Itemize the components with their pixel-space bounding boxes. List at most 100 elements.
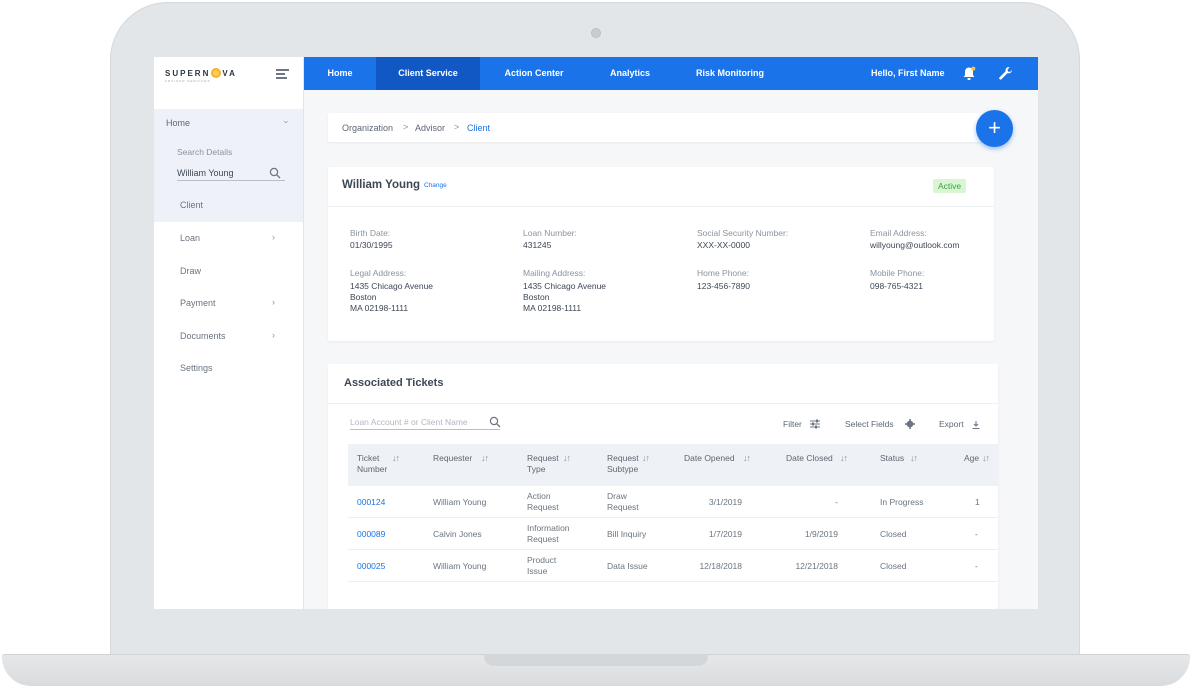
laptop-notch: [484, 654, 708, 666]
col-request-subtype[interactable]: Request Subtype: [607, 453, 639, 475]
col-requester[interactable]: Requester: [433, 453, 472, 464]
requester-cell: William Young: [433, 497, 487, 507]
col-status[interactable]: Status: [880, 453, 904, 464]
col-label: Request: [527, 453, 559, 463]
sort-icon[interactable]: ↓↑: [392, 453, 400, 463]
user-greeting[interactable]: Hello, First Name: [871, 57, 945, 90]
breadcrumb-separator: >: [454, 122, 460, 132]
sort-icon[interactable]: ↓↑: [563, 453, 571, 463]
col-date-opened[interactable]: Date Opened: [684, 453, 735, 464]
col-ticket-number[interactable]: Ticket Number: [357, 453, 387, 475]
birth-date-value: 01/30/1995: [350, 240, 393, 250]
search-icon[interactable]: [489, 416, 501, 428]
request-subtype-cell: Bill Inquiry: [607, 529, 647, 539]
cell-line: Action: [527, 491, 551, 501]
tab-analytics[interactable]: Analytics: [596, 57, 664, 90]
sliders-icon[interactable]: [810, 419, 820, 429]
birth-date-label: Birth Date:: [350, 228, 391, 238]
divider: [328, 206, 994, 207]
cell-line: Product: [527, 555, 557, 565]
table-row[interactable]: 000124 William Young Action Request Draw…: [348, 486, 998, 518]
table-row[interactable]: 000025 William Young Product Issue Data …: [348, 550, 998, 582]
sidebar: SUPERN VA ADVISOR SERVICES Home › Search …: [154, 57, 304, 609]
mobile-phone-value: 098-765-4321: [870, 281, 923, 291]
top-nav: Home Client Service Action Center Analyt…: [304, 57, 1038, 90]
chevron-right-icon[interactable]: ›: [272, 232, 275, 242]
request-type-cell: Action Request: [527, 491, 559, 513]
sidebar-item-draw[interactable]: Draw: [180, 266, 201, 276]
breadcrumb-organization[interactable]: Organization: [342, 123, 393, 133]
change-client-link[interactable]: Change: [424, 182, 447, 189]
ticket-number-link[interactable]: 000025: [357, 561, 385, 572]
camera-icon: [591, 28, 601, 38]
sort-icon[interactable]: ↓↑: [982, 453, 990, 463]
sort-icon[interactable]: ↓↑: [840, 453, 848, 463]
brand-name-right: VA: [222, 69, 237, 78]
home-phone-label: Home Phone:: [697, 268, 749, 278]
sidebar-item-home[interactable]: Home: [166, 118, 190, 128]
bell-icon[interactable]: [962, 66, 976, 81]
search-icon[interactable]: [269, 167, 281, 179]
brand-tagline: ADVISOR SERVICES: [165, 79, 211, 83]
tab-client-service[interactable]: Client Service: [376, 57, 480, 90]
col-age[interactable]: Age: [964, 453, 979, 464]
sidebar-item-documents[interactable]: Documents: [180, 331, 226, 341]
home-phone-value: 123-456-7890: [697, 281, 750, 291]
col-label: Ticket: [357, 453, 380, 463]
cell-line: Issue: [527, 566, 548, 576]
legal-address-label: Legal Address:: [350, 268, 407, 278]
col-label: Number: [357, 464, 388, 474]
chevron-right-icon[interactable]: ›: [272, 330, 275, 340]
search-details-label: Search Details: [177, 147, 233, 157]
ticket-number-link[interactable]: 000124: [357, 497, 385, 508]
sidebar-item-settings[interactable]: Settings: [180, 363, 213, 373]
download-icon[interactable]: [972, 421, 980, 429]
select-fields-button[interactable]: Select Fields: [845, 419, 894, 429]
logo-row: SUPERN VA ADVISOR SERVICES: [154, 57, 303, 92]
col-label: Request: [607, 453, 639, 463]
ticket-search-input[interactable]: Loan Account # or Client Name: [350, 417, 500, 430]
date-opened-cell: 12/18/2018: [699, 561, 742, 571]
sort-icon[interactable]: ↓↑: [743, 453, 751, 463]
add-button[interactable]: +: [976, 110, 1013, 147]
loan-number-value: 431245: [523, 240, 552, 250]
breadcrumb: Organization > Advisor > Client: [328, 113, 994, 142]
tab-risk-monitoring[interactable]: Risk Monitoring: [682, 57, 778, 90]
wrench-icon[interactable]: [998, 66, 1013, 81]
sort-icon[interactable]: ↓↑: [910, 453, 918, 463]
sort-icon[interactable]: ↓↑: [642, 453, 650, 463]
tickets-title: Associated Tickets: [344, 377, 444, 389]
client-details-card: William Young Change Active Birth Date: …: [328, 167, 994, 341]
filter-button[interactable]: Filter: [783, 419, 802, 429]
mailing-address-line1: 1435 Chicago Avenue: [523, 281, 607, 291]
age-cell: 1: [975, 497, 980, 507]
loan-number-label: Loan Number:: [523, 228, 577, 238]
chevron-down-icon[interactable]: ›: [282, 121, 292, 124]
breadcrumb-advisor[interactable]: Advisor: [415, 123, 445, 133]
menu-toggle-icon[interactable]: [276, 69, 289, 79]
tab-home[interactable]: Home: [313, 57, 367, 90]
ticket-number-link[interactable]: 000089: [357, 529, 385, 540]
date-closed-cell: 12/21/2018: [795, 561, 838, 571]
cell-line: Draw: [607, 491, 627, 501]
breadcrumb-client[interactable]: Client: [467, 123, 490, 133]
table-header: Ticket Number ↓↑ Requester ↓↑ Request Ty…: [348, 444, 998, 486]
col-request-type[interactable]: Request Type: [527, 453, 559, 475]
sort-icon[interactable]: ↓↑: [481, 453, 489, 463]
sidebar-item-loan[interactable]: Loan: [180, 233, 200, 243]
tab-action-center[interactable]: Action Center: [488, 57, 580, 90]
gear-icon[interactable]: [905, 419, 915, 429]
table-row[interactable]: 000089 Calvin Jones Information Request …: [348, 518, 998, 550]
brand-logo: SUPERN VA: [165, 68, 237, 78]
requester-cell: Calvin Jones: [433, 529, 482, 539]
date-opened-cell: 1/7/2019: [708, 529, 742, 539]
export-button[interactable]: Export: [939, 419, 964, 429]
col-date-closed[interactable]: Date Closed: [786, 453, 833, 464]
sidebar-item-client[interactable]: Client: [180, 200, 203, 210]
cell-line: Request: [607, 502, 639, 512]
date-opened-cell: 3/1/2019: [708, 497, 742, 507]
request-subtype-cell: Draw Request: [607, 491, 639, 513]
status-cell: Closed: [880, 529, 907, 539]
sidebar-item-payment[interactable]: Payment: [180, 298, 216, 308]
chevron-right-icon[interactable]: ›: [272, 297, 275, 307]
